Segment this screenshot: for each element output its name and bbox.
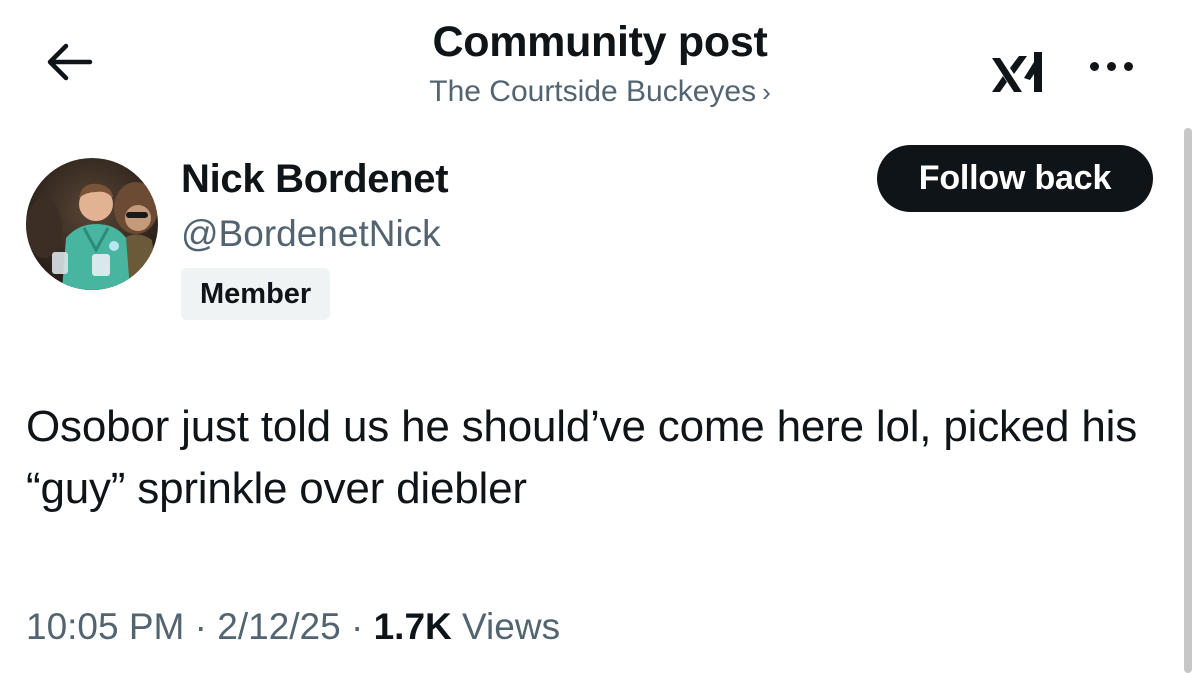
community-name: The Courtside Buckeyes: [429, 75, 757, 108]
header-title-group: Community post The Courtside Buckeyes ›: [300, 16, 900, 112]
scrollbar[interactable]: [1184, 128, 1192, 673]
meta-separator: ·: [351, 606, 364, 647]
meta-separator: ·: [194, 606, 207, 647]
author-name[interactable]: Nick Bordenet: [181, 155, 449, 203]
post-time[interactable]: 10:05 PM: [26, 606, 184, 647]
post-date[interactable]: 2/12/25: [217, 606, 340, 647]
arrow-left-icon: [47, 43, 93, 81]
member-badge: Member: [181, 268, 331, 320]
more-dot: [1123, 61, 1133, 71]
views-count[interactable]: 1.7K: [374, 606, 452, 647]
back-button[interactable]: [38, 36, 98, 88]
author-avatar[interactable]: [26, 158, 158, 290]
post-meta: 10:05 PM · 2/12/25 · 1.7K Views: [26, 602, 560, 652]
chevron-right-icon: ›: [762, 77, 771, 107]
more-horizontal-icon: [1089, 61, 1099, 71]
follow-back-button[interactable]: Follow back: [877, 145, 1153, 212]
views-label[interactable]: Views: [462, 606, 560, 647]
community-link[interactable]: The Courtside Buckeyes ›: [300, 72, 900, 112]
more-dot: [1106, 61, 1116, 71]
xai-logo-icon[interactable]: [988, 48, 1056, 100]
top-bar: Community post The Courtside Buckeyes ›: [0, 0, 1200, 130]
page-title: Community post: [432, 18, 768, 66]
post-text: Osobor just told us he should’ve come he…: [26, 402, 1138, 513]
more-options-button[interactable]: [1078, 46, 1144, 86]
author-handle[interactable]: @BordenetNick: [181, 210, 441, 258]
avatar-photo: [26, 158, 158, 290]
